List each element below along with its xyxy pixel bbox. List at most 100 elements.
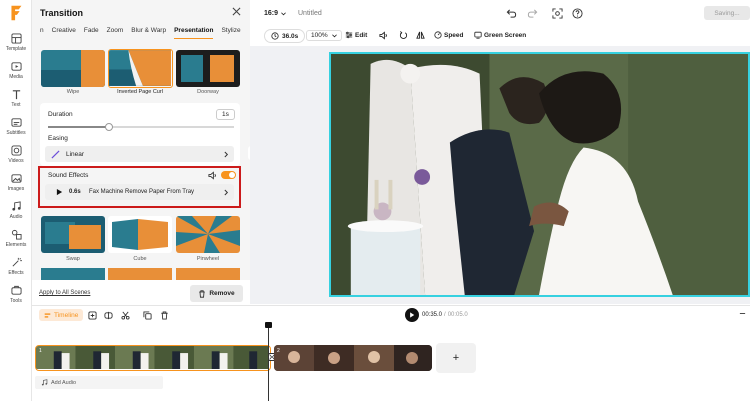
play-icon <box>56 188 63 196</box>
rail-label: Videos <box>8 158 24 164</box>
app-logo[interactable] <box>5 2 27 24</box>
help-button[interactable] <box>572 8 583 19</box>
clip-filmstrip <box>36 346 269 369</box>
aspect-ratio-select[interactable]: 16:9 <box>264 10 286 17</box>
volume-button[interactable] <box>379 31 388 40</box>
media-icon <box>10 62 22 71</box>
edit-button[interactable]: Edit <box>345 31 367 39</box>
remove-label: Remove <box>209 290 235 297</box>
wedding-video-frame <box>331 54 748 295</box>
duration-text: 36.0s <box>282 32 299 40</box>
rail-item-audio[interactable]: Audio <box>0 201 32 220</box>
close-panel-button[interactable] <box>232 7 241 16</box>
flip-button[interactable] <box>416 31 425 40</box>
screenshot-button[interactable] <box>552 8 563 19</box>
project-title[interactable]: Untitled <box>298 10 322 17</box>
rail-label: Images <box>7 186 25 192</box>
wipe-thumbnail <box>41 50 105 87</box>
remove-button[interactable]: Remove <box>190 285 243 302</box>
tools-icon <box>10 285 22 295</box>
volume-icon[interactable] <box>208 171 217 180</box>
play-sound-button[interactable] <box>56 188 63 196</box>
panel-title: Transition <box>40 8 84 18</box>
green-screen-button[interactable]: Green Screen <box>474 31 526 39</box>
left-rail: Template Media Text Subtitles Videos Ima… <box>0 0 32 401</box>
green-screen-icon <box>474 31 482 39</box>
tab-zoom[interactable]: Zoom <box>107 27 124 39</box>
tab-presentation[interactable]: Presentation <box>174 27 214 39</box>
rail-label: Media <box>9 74 23 80</box>
flexclip-logo-icon <box>11 5 22 21</box>
timeline-toggle[interactable]: Timeline <box>39 309 84 321</box>
time-separator: / <box>444 312 446 318</box>
delete-button[interactable] <box>160 311 169 320</box>
split-icon <box>104 311 113 320</box>
add-clip-button[interactable] <box>88 311 97 320</box>
rail-label: Audio <box>9 214 23 220</box>
images-icon <box>10 174 22 183</box>
tab-creative[interactable]: Creative <box>52 27 76 39</box>
cube-thumbnail <box>108 216 172 253</box>
saving-button[interactable]: Saving... <box>704 6 750 20</box>
split-button[interactable] <box>104 311 113 320</box>
transition-thumb-wipe[interactable] <box>41 50 105 87</box>
rail-item-media[interactable]: Media <box>0 61 32 80</box>
transition-thumb-doorway[interactable] <box>176 50 240 87</box>
add-square-icon <box>88 311 97 320</box>
undo-icon <box>506 9 517 18</box>
add-audio-track[interactable]: Add Audio <box>35 376 163 389</box>
minus-icon <box>739 313 746 314</box>
zoom-select[interactable]: 100% <box>306 30 342 41</box>
rail-item-tools[interactable]: Tools <box>0 285 32 304</box>
duplicate-button[interactable] <box>143 311 152 320</box>
duration-pill[interactable]: 36.0s <box>264 29 306 43</box>
rail-item-elements[interactable]: Elements <box>0 229 32 248</box>
rail-item-text[interactable]: Text <box>0 89 32 108</box>
tab-fade[interactable]: Fade <box>84 27 99 39</box>
easing-curve-icon <box>51 150 60 159</box>
rail-item-videos[interactable]: Videos <box>0 145 32 164</box>
duration-value[interactable]: 1s <box>216 109 235 120</box>
scene-clip-1[interactable] <box>35 345 271 371</box>
add-scene-button[interactable]: + <box>436 343 476 373</box>
collapse-timeline-button[interactable] <box>739 310 746 317</box>
tab-partial[interactable]: n <box>40 27 44 39</box>
transition-thumb-cube[interactable] <box>108 216 172 253</box>
rail-item-effects[interactable]: Effects <box>0 257 32 276</box>
rail-item-subtitles[interactable]: Subtitles <box>0 117 32 136</box>
thumb-label: Wipe <box>66 89 80 95</box>
video-preview[interactable] <box>329 52 750 297</box>
add-audio-label: Add Audio <box>51 379 77 386</box>
rail-label: Elements <box>5 242 27 248</box>
subtitles-icon <box>10 118 22 127</box>
rail-item-images[interactable]: Images <box>0 173 32 192</box>
sliders-icon <box>345 31 353 39</box>
scene-clip-2[interactable] <box>274 345 432 371</box>
transition-thumb-swap[interactable] <box>41 216 105 253</box>
playhead-handle[interactable] <box>265 322 272 328</box>
cut-button[interactable] <box>121 311 130 320</box>
rotate-button[interactable] <box>399 31 408 40</box>
timeline-icon <box>44 312 51 318</box>
transition-thumb-pinwheel[interactable] <box>176 216 240 253</box>
rail-label: Subtitles <box>6 130 26 136</box>
timeline-label: Timeline <box>54 311 79 319</box>
help-icon <box>572 8 583 19</box>
rail-item-template[interactable]: Template <box>0 33 32 52</box>
clip-filmstrip <box>274 345 432 371</box>
sound-effects-label: Sound Effects <box>48 172 89 179</box>
zoom-value: 100% <box>311 32 328 39</box>
redo-button[interactable] <box>527 8 538 19</box>
time-display: 00:35.0 / 00:05.0 <box>422 312 468 318</box>
sound-duration: 0.6s <box>69 189 81 195</box>
tab-blur-warp[interactable]: Blur & Warp <box>131 27 166 39</box>
tab-stylize[interactable]: Stylize <box>221 27 240 39</box>
apply-all-link[interactable]: Apply to All Scenes <box>39 290 90 296</box>
playhead-line[interactable] <box>268 323 269 401</box>
trash-icon <box>199 289 206 298</box>
transition-thumb-inverted-page-curl[interactable] <box>108 49 173 88</box>
sound-effects-toggle[interactable] <box>221 171 236 179</box>
play-button[interactable] <box>405 308 419 322</box>
undo-button[interactable] <box>506 8 517 19</box>
speed-button[interactable]: Speed <box>434 31 464 39</box>
